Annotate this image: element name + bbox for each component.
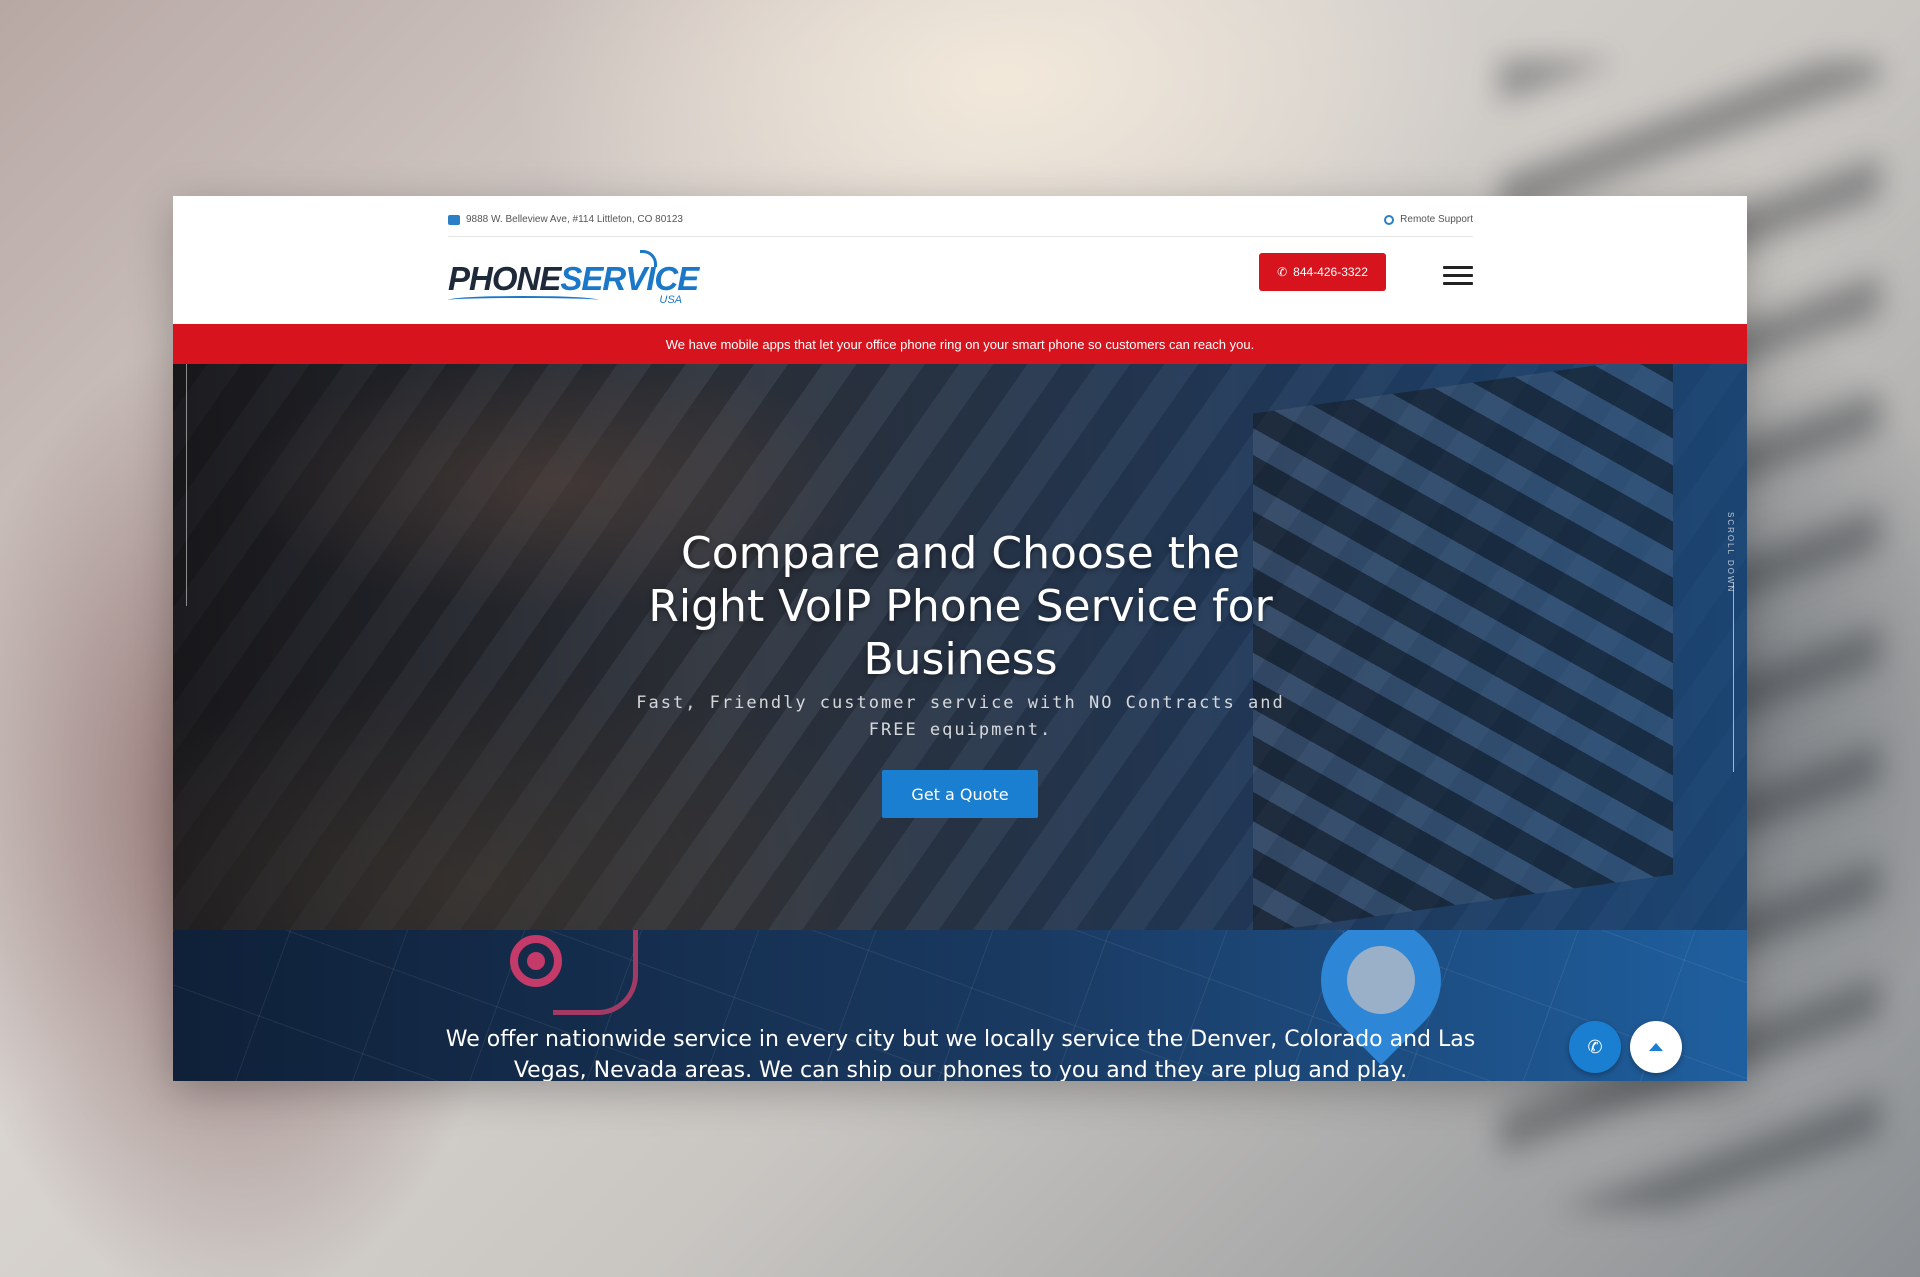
address: 9888 W. Belleview Ave, #114 Littleton, C… (448, 214, 683, 225)
headset-icon (1384, 214, 1395, 225)
map-icon (448, 214, 460, 225)
map-route (553, 930, 638, 1015)
signal-icon (640, 250, 657, 267)
scroll-line (1733, 582, 1734, 772)
call-button-label: 844-426-3322 (1293, 265, 1368, 279)
service-area-section: We offer nationwide service in every cit… (173, 930, 1747, 1081)
call-button[interactable]: ✆ 844-426-3322 (1259, 253, 1386, 291)
logo-suffix: USA (659, 294, 682, 306)
hero-title: Compare and Choose the Right VoIP Phone … (648, 528, 1273, 685)
hero-section: SCROLL DOWN Compare and Choose the Right… (173, 364, 1747, 930)
promo-text: We have mobile apps that let your office… (665, 336, 1255, 352)
map-pin-icon (510, 935, 562, 987)
hero-subtitle: Fast, Friendly customer service with NO … (636, 693, 1285, 740)
phone-icon: ✆ (1587, 1036, 1603, 1057)
get-a-quote-button[interactable]: Get a Quote (882, 770, 1038, 818)
address-text: 9888 W. Belleview Ave, #114 Littleton, C… (466, 214, 683, 225)
phone-icon: ✆ (1277, 265, 1288, 279)
top-bar: 9888 W. Belleview Ave, #114 Littleton, C… (173, 196, 1747, 237)
remote-support-link[interactable]: Remote Support (1384, 214, 1473, 225)
hamburger-icon (1443, 266, 1473, 269)
back-to-top-button[interactable] (1630, 1021, 1682, 1073)
website-window: 9888 W. Belleview Ave, #114 Littleton, C… (173, 196, 1747, 1081)
promo-banner: We have mobile apps that let your office… (173, 324, 1747, 364)
service-area-text: We offer nationwide service in every cit… (445, 1027, 1476, 1081)
decorative-line (186, 364, 187, 606)
hamburger-menu-button[interactable] (1443, 266, 1473, 286)
logo-swoosh (448, 296, 598, 304)
logo[interactable]: PHONESERVICE USA (448, 250, 699, 310)
hero-background-keypad (1253, 364, 1673, 930)
floating-call-button[interactable]: ✆ (1569, 1021, 1621, 1073)
logo-text: PHONESERVICE (448, 260, 699, 297)
site-header: PHONESERVICE USA ✆ 844-426-3322 (173, 236, 1747, 322)
remote-support-label: Remote Support (1400, 214, 1473, 225)
arrow-up-icon (1649, 1043, 1663, 1051)
